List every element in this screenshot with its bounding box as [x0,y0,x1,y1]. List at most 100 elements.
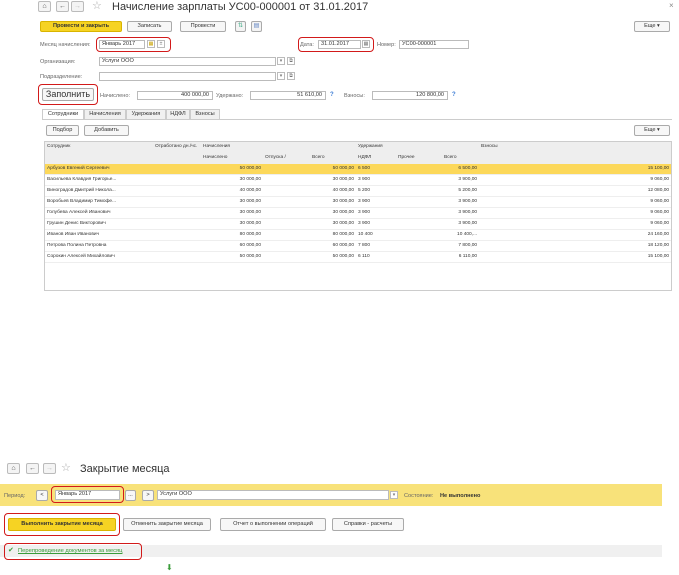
calendar-icon[interactable]: ▦ [147,40,155,48]
home-icon[interactable]: ⌂ [38,1,51,12]
period-next-button[interactable]: > [142,490,154,501]
date-calendar-icon[interactable]: ▦ [362,40,370,48]
calc-references-button[interactable]: Справки - расчеты [332,518,404,531]
col-withholdings[interactable]: Удержания [356,142,480,153]
col-accrued[interactable]: Начислено [201,152,263,164]
period-prev-button[interactable]: < [36,490,48,501]
save-button[interactable]: Записать [127,21,172,32]
forward-button[interactable]: → [71,1,84,12]
back-button[interactable]: ← [56,1,69,12]
col-employee[interactable]: Сотрудник [45,142,153,153]
org-dropdown-icon-2[interactable]: ▾ [390,491,398,499]
table-row[interactable]: Грушин Денис Викторович 30 000,00 30 000,0… [45,218,671,230]
cell-vacation [263,163,310,175]
dept-open-icon[interactable]: ⧉ [287,72,295,80]
cell-other [396,207,443,219]
withheld-value: 51 610,00 [250,91,326,100]
step-link[interactable]: Перепроведение документов за месяц [18,547,122,555]
cell-other [396,240,443,252]
col-total2[interactable]: Всего [442,152,480,164]
cell-ndfl: 10 400 [356,229,397,241]
table-row[interactable]: Виноградов Дмитрий Никола... 40 000,00 40 … [45,185,671,197]
more-button[interactable]: Еще ▾ [634,21,670,32]
table-row[interactable]: Воробьев Владимир Тимофе... 30 000,00 30 0… [45,196,671,208]
cell-worked [153,174,201,186]
cell-total2: 7 800,00 [442,240,480,252]
number-input[interactable]: УС00-000001 [399,40,469,49]
table-more-button[interactable]: Еще ▾ [634,125,670,136]
cell-vacation [263,229,310,241]
col-accruals[interactable]: Начисления [201,142,357,153]
org-dropdown-icon[interactable]: ▾ [277,57,285,65]
cell-other [396,196,443,208]
run-close-month-button[interactable]: Выполнить закрытие месяца [8,518,116,531]
cell-contributions: 15 100,00 [479,163,671,175]
post-and-close-button[interactable]: Провести и закрыть [40,21,122,32]
cell-worked [153,163,201,175]
withheld-help-icon[interactable]: ? [330,91,334,99]
dept-dropdown-icon[interactable]: ▾ [277,72,285,80]
page-title: Начисление зарплаты УС00-000001 от 31.01… [112,1,369,13]
forward-button-2[interactable]: → [43,463,56,474]
cell-accrued: 80 000,00 [201,229,263,241]
operations-report-button[interactable]: Отчет о выполнении операций [220,518,326,531]
favorite-star-icon-2[interactable]: ☆ [61,463,71,474]
back-button-2[interactable]: ← [26,463,39,474]
table-row[interactable]: Сорокин Алексей Михайлович 50 000,00 50 00… [45,251,671,263]
cell-worked [153,251,201,263]
cell-accrued: 50 000,00 [201,163,263,175]
col-blank [45,152,153,164]
period-select-button[interactable]: ... [125,490,136,501]
employees-table: Сотрудник Отработано дн./чс. Начисления … [44,141,672,291]
close-icon[interactable]: × [669,1,674,10]
table-row[interactable]: Голубева Алексей Иванович 30 000,00 30 000… [45,207,671,219]
tab-contributions[interactable]: Взносы [190,109,220,119]
cancel-close-month-button[interactable]: Отменить закрытие месяца [123,518,211,531]
col-ndfl[interactable]: НДФЛ [356,152,397,164]
month-input[interactable]: Январь 2017 [99,40,145,49]
add-button[interactable]: Добавить [84,125,129,136]
cell-employee: Виноградов Дмитрий Никола... [45,185,153,197]
table-more-label: Еще [644,127,656,133]
check-icon: ✔ [8,547,14,554]
cell-other [396,251,443,263]
contrib-help-icon[interactable]: ? [452,91,456,99]
state-value: Не выполнено [440,493,481,499]
cell-employee: Арбузов Евгений Сергеевич [45,163,153,175]
col-other[interactable]: Прочее [396,152,443,164]
report-icon[interactable]: ▤ [251,21,262,32]
table-row[interactable]: Петрова Полина Петровна 60 000,00 60 000,0… [45,240,671,252]
date-input[interactable]: 31.01.2017 [318,40,361,49]
org-open-icon[interactable]: ⧉ [287,57,295,65]
table-row[interactable]: Иванов Иван Иванович 80 000,00 80 000,00 10… [45,229,671,241]
fill-button[interactable]: Заполнить [42,88,94,101]
cell-total: 60 000,00 [310,240,357,252]
stepper-icon[interactable]: ± [157,40,165,48]
tab-ndfl[interactable]: НДФЛ [166,109,190,119]
cell-ndfl: 5 200 [356,185,397,197]
org-input-2[interactable]: Услуги ООО [157,490,389,500]
org-input[interactable]: Услуги ООО [99,57,276,66]
cell-ndfl: 3 900 [356,218,397,230]
dept-input[interactable] [99,72,276,81]
home-icon-2[interactable]: ⌂ [7,463,20,474]
table-row[interactable]: Васильева Клавдия Григорье... 30 000,00 30… [45,174,671,186]
tab-deductions[interactable]: Удержания [126,109,166,119]
tab-accruals[interactable]: Начисления [84,109,126,119]
cell-total: 30 000,00 [310,207,357,219]
col-total[interactable]: Всего [310,152,357,164]
col-worked[interactable]: Отработано дн./чс. [153,142,201,153]
pick-button[interactable]: Подбор [46,125,79,136]
post-button[interactable]: Провести [180,21,226,32]
tab-employees[interactable]: Сотрудники [42,109,84,119]
col-vacation[interactable]: Отпуска / [263,152,310,164]
dt-kt-icon[interactable]: ⇅ [235,21,246,32]
accrued-label: Начислено: [100,93,130,99]
table-row[interactable]: Арбузов Евгений Сергеевич 50 000,00 50 000… [45,163,671,175]
favorite-star-icon[interactable]: ☆ [92,1,102,12]
cell-vacation [263,207,310,219]
period-input[interactable]: Январь 2017 [55,490,120,500]
cell-employee: Васильева Клавдия Григорье... [45,174,153,186]
cell-vacation [263,251,310,263]
col-contributions[interactable]: Взносы [479,142,671,153]
